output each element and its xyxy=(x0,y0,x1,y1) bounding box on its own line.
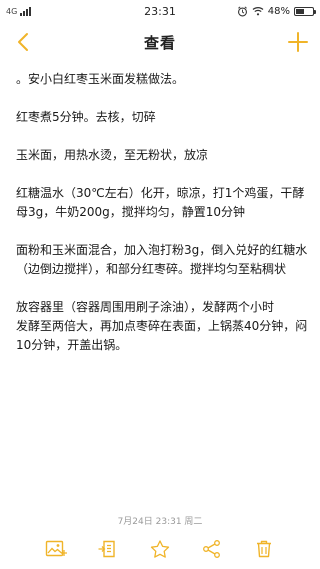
note-paragraph: 红枣煮5分钟。去核，切碎 xyxy=(16,110,156,124)
network-label: 4G xyxy=(6,6,18,16)
star-icon[interactable] xyxy=(148,537,172,561)
note-body[interactable]: 。安小白红枣玉米面发糕做法。 红枣煮5分钟。去核，切碎 玉米面，用热水烫，至无粉… xyxy=(16,70,312,374)
wifi-icon xyxy=(252,7,264,16)
note-paragraph: 发酵至两倍大，再加点枣碎在表面，上锅蒸40分钟，闷10分钟，开盖出锅。 xyxy=(16,319,308,352)
note-paragraph: 面粉和玉米面混合，加入泡打粉3g，倒入兑好的红糖水（边倒边搅拌），和部分红枣碎。… xyxy=(16,243,308,276)
note-timestamp: 7月24日 23:31 周二 xyxy=(117,517,203,527)
add-icon[interactable] xyxy=(286,30,310,54)
note-paragraph: 。安小白红枣玉米面发糕做法。 xyxy=(16,72,185,86)
image-icon[interactable] xyxy=(44,537,68,561)
page-title: 查看 xyxy=(143,33,176,52)
status-left: 4G xyxy=(6,6,96,16)
trash-icon[interactable] xyxy=(252,537,276,561)
signal-icon xyxy=(20,6,32,16)
note-paragraph: 玉米面，用热水烫，至无粉状，放凉 xyxy=(16,148,209,162)
alarm-icon xyxy=(237,6,247,16)
share-icon[interactable] xyxy=(200,537,224,561)
battery-percent: 48% xyxy=(267,5,290,17)
back-chevron-icon[interactable] xyxy=(12,30,36,54)
bottom-toolbar xyxy=(0,534,320,564)
status-time: 23:31 xyxy=(144,4,176,18)
export-icon[interactable] xyxy=(96,537,120,561)
note-paragraph: 红糖温水（30℃左右）化开，晾凉，打1个鸡蛋，干酵母3g，牛奶200g，搅拌均匀… xyxy=(16,186,305,219)
battery-fill xyxy=(296,8,304,14)
status-bar: 4G 23:31 48% xyxy=(0,0,320,22)
nav-bar: 查看 xyxy=(0,22,320,62)
note-paragraph: 放容器里（容器周围用刷子涂油），发酵两个小时 xyxy=(16,300,275,314)
status-right: 48% xyxy=(224,5,316,17)
battery-icon xyxy=(294,6,316,16)
